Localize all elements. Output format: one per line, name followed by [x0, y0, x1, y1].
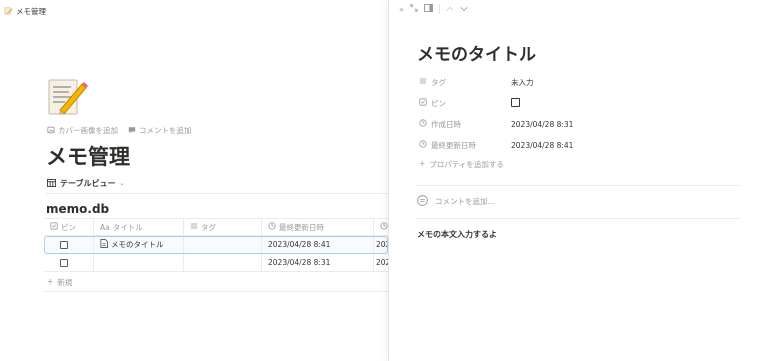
- top-breadcrumb[interactable]: メモ管理: [4, 4, 46, 18]
- plus-icon: +: [419, 159, 426, 168]
- view-selector[interactable]: テーブルビュー ⌄: [47, 178, 125, 189]
- property-tag[interactable]: タグ 未入力: [419, 75, 534, 89]
- title-cell[interactable]: [94, 254, 184, 271]
- page-icon: [100, 239, 108, 250]
- page-title[interactable]: メモ管理: [46, 141, 130, 171]
- pin-cell: [44, 254, 94, 271]
- column-header-title[interactable]: Aa タイトル: [94, 219, 184, 235]
- column-header-tag[interactable]: タグ: [184, 219, 262, 235]
- pencil-memo-icon[interactable]: [46, 74, 88, 118]
- clock-icon: [268, 222, 276, 232]
- pin-cell: [44, 236, 94, 253]
- divider: [46, 193, 388, 194]
- chevron-down-icon: ⌄: [119, 180, 125, 187]
- database-title[interactable]: memo.db: [46, 202, 109, 216]
- column-header-created[interactable]: [374, 219, 388, 235]
- side-peek-panel: » メモのタイトル タグ 未入力 ピン 作成日時 2023/04/28 8:31…: [388, 0, 768, 361]
- text-property-icon: Aa: [100, 222, 110, 232]
- tag-cell[interactable]: [184, 236, 262, 253]
- clock-icon: [419, 119, 427, 129]
- new-row-button[interactable]: + 新規: [47, 277, 72, 288]
- view-label: テーブルビュー: [60, 179, 116, 188]
- checkbox-property-icon: [50, 222, 58, 232]
- property-updated[interactable]: 最終更新日時 2023/04/28 8:41: [419, 138, 573, 152]
- layout-toggle-icon[interactable]: [423, 4, 433, 14]
- divider: [417, 218, 741, 219]
- table-icon: [47, 178, 56, 189]
- pin-checkbox[interactable]: [60, 240, 68, 249]
- property-value[interactable]: 未入力: [511, 77, 534, 88]
- image-icon: [47, 126, 55, 136]
- page-actions: カバー画像を追加 コメントを追加: [47, 125, 192, 136]
- clock-icon: [419, 140, 427, 150]
- list-property-icon: [190, 222, 198, 232]
- created-cell: 202: [376, 240, 388, 249]
- comment-input[interactable]: コメントを追加...: [417, 195, 495, 208]
- clock-icon: [380, 222, 388, 232]
- title-cell[interactable]: メモのタイトル: [94, 236, 184, 253]
- chevron-up-icon[interactable]: [446, 5, 454, 14]
- property-value: 2023/04/28 8:31: [511, 119, 574, 129]
- chevron-down-icon[interactable]: [460, 5, 468, 14]
- peek-toolbar: »: [399, 4, 468, 14]
- table-header: ピン Aa タイトル タグ 最終更新日時: [44, 218, 388, 236]
- add-comment-button[interactable]: コメントを追加: [128, 125, 192, 136]
- updated-cell: 2023/04/28 8:41: [262, 236, 374, 253]
- column-header-pin[interactable]: ピン: [44, 219, 94, 235]
- add-cover-button[interactable]: カバー画像を追加: [47, 125, 118, 136]
- user-avatar-icon: [417, 195, 428, 208]
- expand-icon[interactable]: [410, 4, 418, 14]
- pin-checkbox[interactable]: [60, 258, 68, 267]
- property-value: 2023/04/28 8:41: [511, 140, 574, 150]
- updated-cell: 2023/04/28 8:31: [262, 254, 374, 271]
- close-peek-icon[interactable]: »: [399, 5, 404, 14]
- comment-icon: [128, 126, 136, 136]
- toolbar-separator: [438, 4, 440, 14]
- property-created[interactable]: 作成日時 2023/04/28 8:31: [419, 117, 573, 131]
- table-row[interactable]: メモのタイトル 2023/04/28 8:41 202: [44, 236, 388, 254]
- breadcrumb-title: メモ管理: [16, 6, 46, 16]
- comment-placeholder: コメントを追加...: [435, 197, 495, 206]
- property-pin[interactable]: ピン: [419, 96, 520, 110]
- tag-cell[interactable]: [184, 254, 262, 271]
- checkbox-property-icon: [419, 98, 427, 108]
- column-header-updated[interactable]: 最終更新日時: [262, 219, 374, 235]
- plus-icon: +: [47, 277, 54, 286]
- divider: [44, 291, 388, 292]
- list-property-icon: [419, 77, 427, 87]
- peek-page-title[interactable]: メモのタイトル: [417, 40, 536, 65]
- pin-checkbox[interactable]: [511, 97, 520, 107]
- pencil-memo-icon: [4, 6, 13, 17]
- database-table: ピン Aa タイトル タグ 最終更新日時 メモのタイトル 2023/04/28 …: [44, 218, 388, 272]
- table-row[interactable]: 2023/04/28 8:31 202: [44, 254, 388, 272]
- created-cell: 202: [376, 258, 388, 267]
- page-body-text[interactable]: メモの本文入力するよ: [417, 229, 497, 240]
- add-property-button[interactable]: + プロパティを追加する: [419, 159, 504, 170]
- divider: [417, 185, 741, 186]
